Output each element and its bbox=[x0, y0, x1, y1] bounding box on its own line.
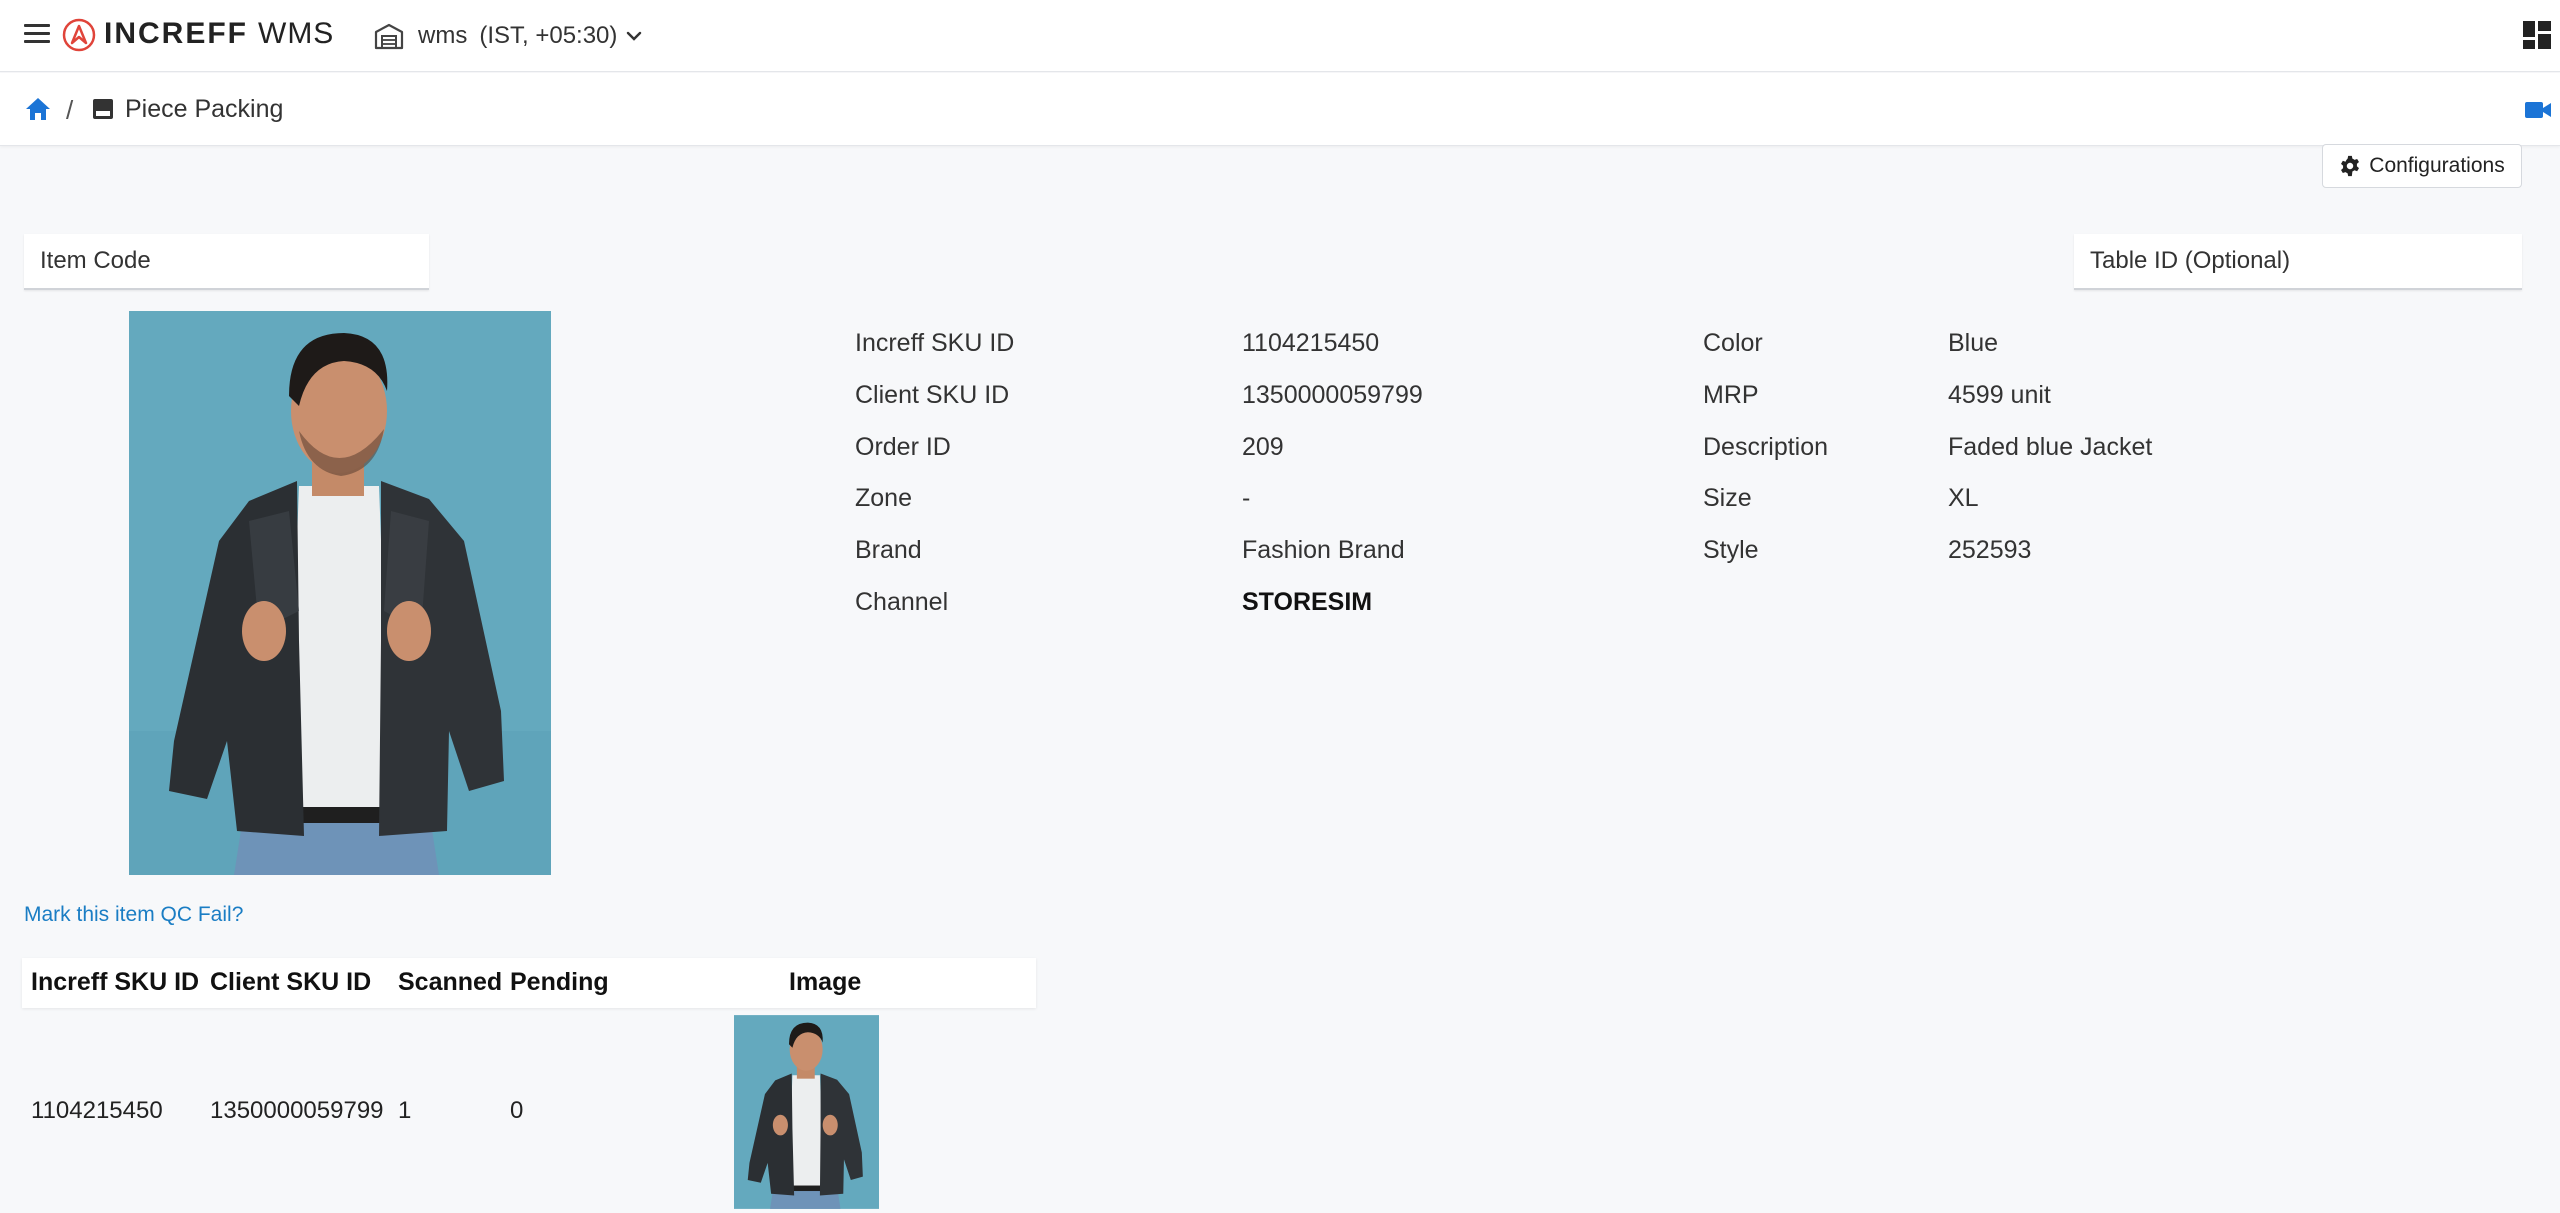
product-thumbnail bbox=[734, 1015, 879, 1209]
detail-label: Client SKU ID bbox=[855, 381, 1010, 409]
breadcrumb: / Piece Packing bbox=[0, 73, 2560, 146]
top-navbar: INCREFF WMS wms (IST, +05:30) bbox=[0, 0, 2560, 72]
detail-label: MRP bbox=[1703, 381, 1759, 409]
detail-value: Blue bbox=[1948, 329, 1999, 357]
detail-label: Style bbox=[1703, 536, 1759, 564]
chevron-down-icon bbox=[627, 31, 642, 41]
hamburger-icon[interactable] bbox=[24, 24, 50, 46]
detail-label: Increff SKU ID bbox=[855, 329, 1015, 357]
breadcrumb-separator: / bbox=[66, 95, 74, 125]
column-header: Increff SKU ID bbox=[31, 968, 200, 996]
table-id-input[interactable] bbox=[2074, 234, 2522, 290]
increff-logo-icon bbox=[62, 18, 96, 52]
page-icon bbox=[93, 99, 113, 119]
column-header: Pending bbox=[510, 968, 609, 996]
detail-value: 209 bbox=[1242, 433, 1284, 461]
qc-fail-link[interactable]: Mark this item QC Fail? bbox=[24, 900, 243, 930]
channel-value: STORESIM bbox=[1242, 588, 1373, 616]
detail-label: Brand bbox=[855, 536, 922, 564]
logo-brand: INCREFF bbox=[104, 17, 248, 50]
home-icon[interactable] bbox=[24, 95, 52, 123]
cell-scanned: 1 bbox=[398, 1097, 412, 1124]
warehouse-name: wms bbox=[418, 22, 468, 49]
warehouse-selector[interactable]: wms (IST, +05:30) bbox=[374, 18, 657, 54]
apps-grid-icon[interactable] bbox=[2522, 20, 2552, 50]
cell-pending: 0 bbox=[510, 1097, 524, 1124]
product-image bbox=[129, 311, 551, 875]
detail-value: XL bbox=[1948, 484, 1979, 512]
detail-label: Order ID bbox=[855, 433, 951, 461]
detail-label: Channel bbox=[855, 588, 949, 616]
logo-product: WMS bbox=[258, 17, 335, 50]
cell-increff-sku: 1104215450 bbox=[31, 1097, 163, 1124]
video-camera-icon[interactable] bbox=[2524, 99, 2552, 121]
app-logo-text: INCREFF WMS bbox=[104, 16, 334, 52]
cell-client-sku: 1350000059799 bbox=[210, 1097, 384, 1124]
item-code-input[interactable] bbox=[24, 234, 429, 290]
detail-label: Color bbox=[1703, 329, 1763, 357]
detail-value: 1104215450 bbox=[1242, 329, 1380, 357]
column-header: Scanned bbox=[398, 968, 503, 996]
detail-value: - bbox=[1242, 484, 1251, 512]
gear-icon bbox=[2341, 155, 2360, 177]
column-header: Client SKU ID bbox=[210, 968, 372, 996]
detail-label: Zone bbox=[855, 484, 912, 512]
detail-label: Size bbox=[1703, 484, 1752, 512]
configurations-label: Configurations bbox=[2369, 154, 2505, 177]
detail-value: 4599 unit bbox=[1948, 381, 2051, 409]
detail-value: Fashion Brand bbox=[1242, 536, 1405, 564]
configurations-button[interactable]: Configurations bbox=[2322, 144, 2522, 188]
detail-value: 1350000059799 bbox=[1242, 381, 1423, 409]
detail-value: 252593 bbox=[1948, 536, 2032, 564]
warehouse-icon bbox=[374, 23, 404, 50]
detail-label: Description bbox=[1703, 433, 1829, 461]
page-title: Piece Packing bbox=[125, 95, 284, 123]
warehouse-timezone: (IST, +05:30) bbox=[479, 22, 618, 49]
column-header: Image bbox=[789, 968, 862, 996]
table-header: Increff SKU ID Client SKU ID Scanned Pen… bbox=[22, 958, 1036, 1008]
detail-value: Faded blue Jacket bbox=[1948, 433, 2153, 461]
